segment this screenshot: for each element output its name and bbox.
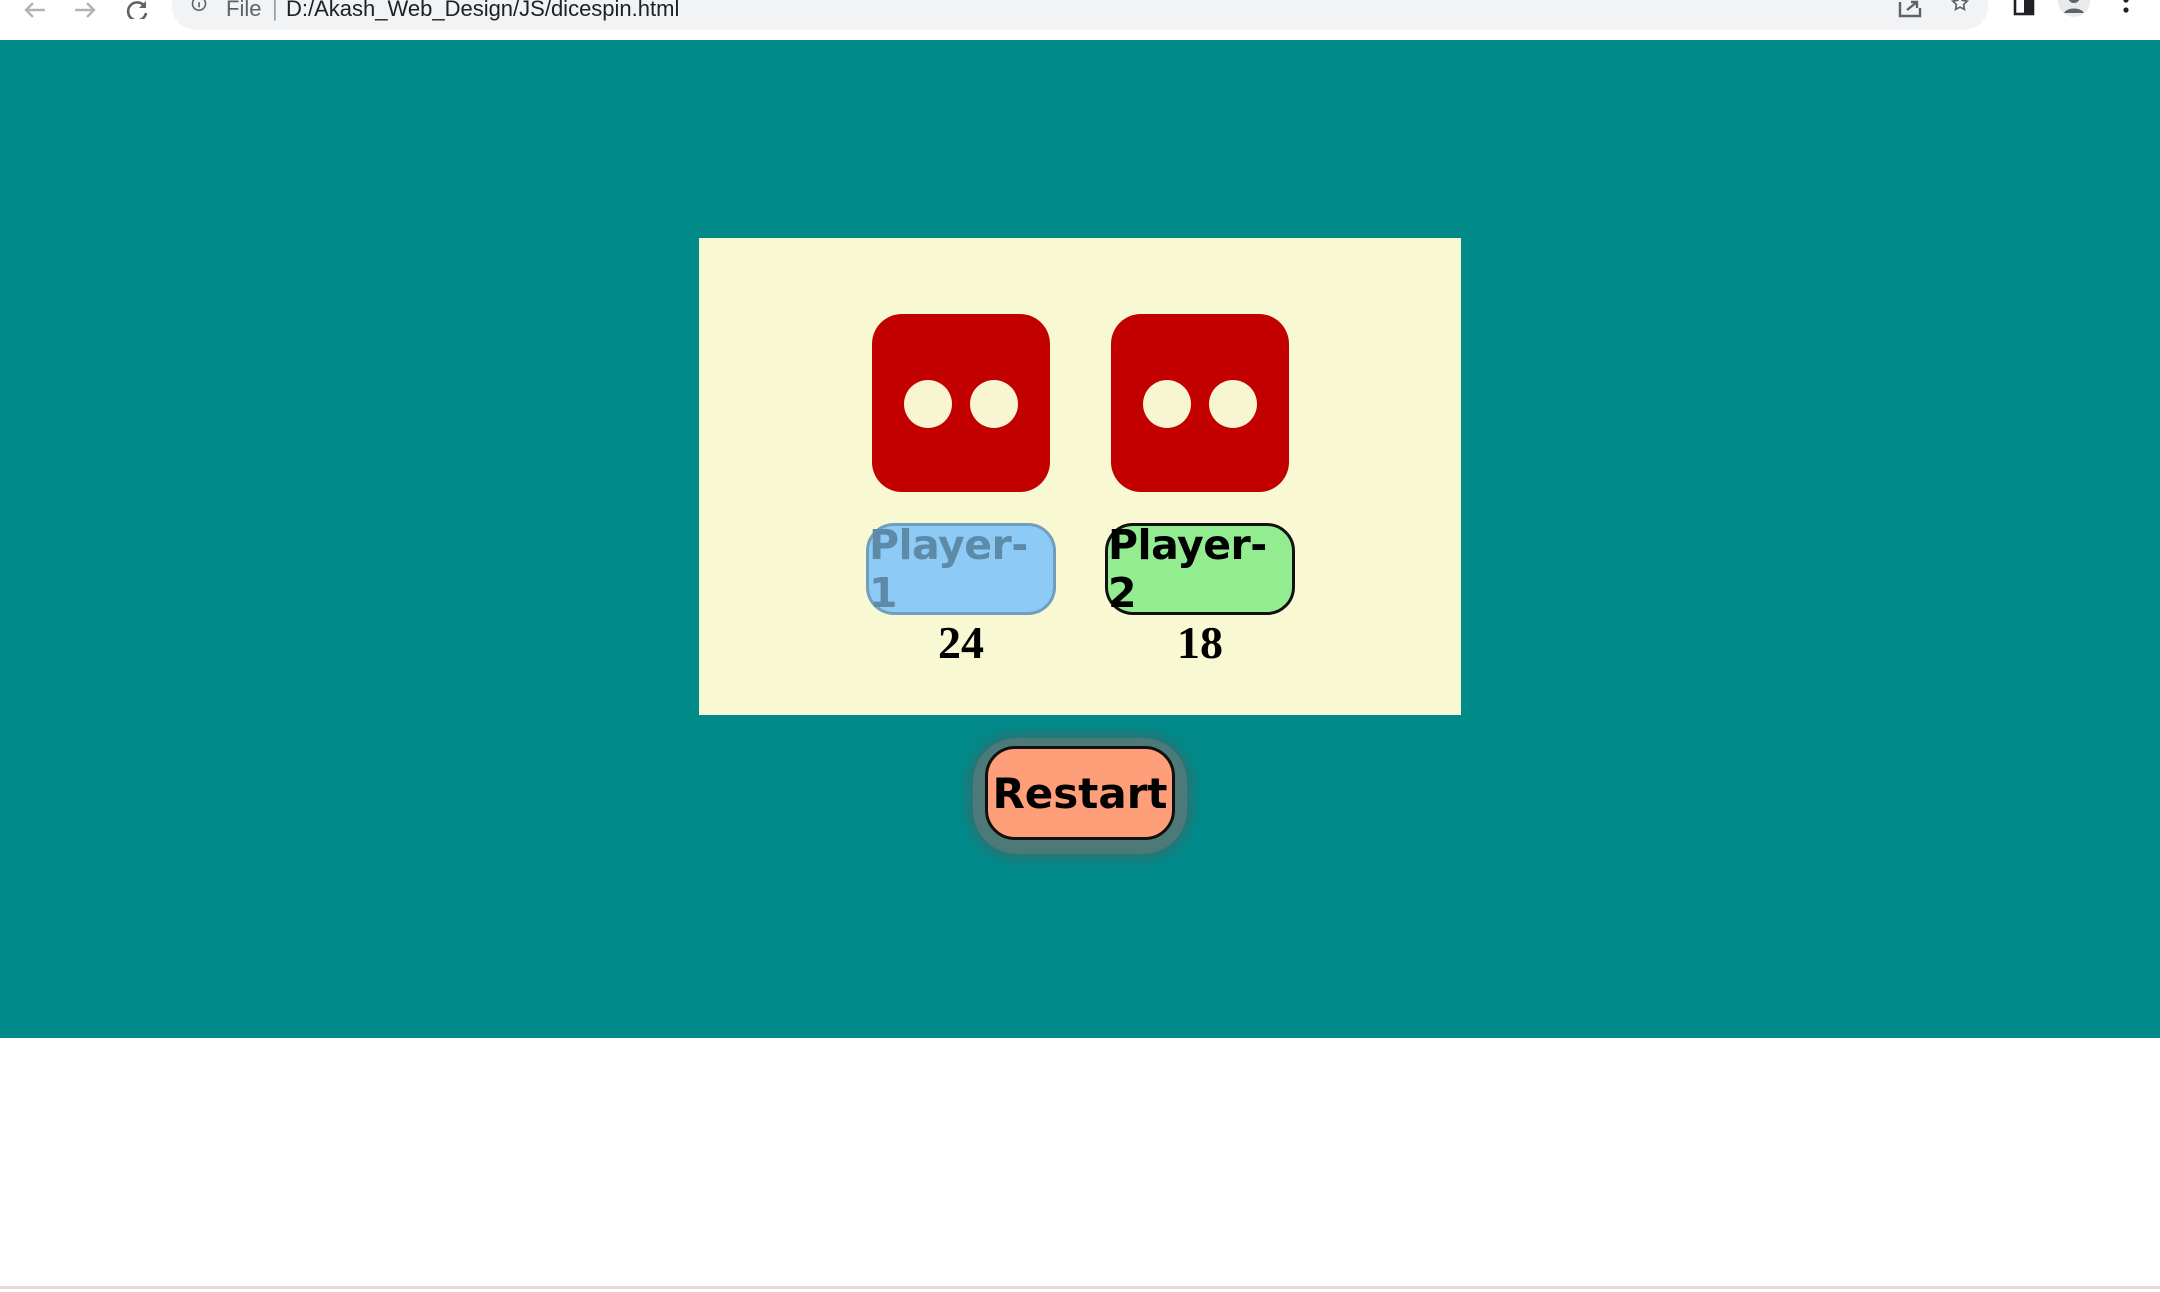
game-board: [699, 238, 1461, 715]
sidepanel-icon[interactable]: [2008, 0, 2040, 18]
url-scheme-label: File: [226, 0, 262, 21]
die-pip: [970, 380, 1018, 428]
menu-dots-icon[interactable]: [2110, 0, 2142, 18]
player-2-die: [1111, 314, 1289, 492]
profile-icon[interactable]: [2058, 0, 2090, 18]
forward-arrow-icon[interactable]: [68, 0, 102, 20]
player-2-score: 18: [1177, 617, 1223, 668]
address-bar[interactable]: File | D:/Akash_Web_Design/JS/dicespin.h…: [172, 0, 1988, 30]
player-1-button[interactable]: Player-1: [866, 521, 1056, 617]
info-icon[interactable]: [188, 0, 210, 21]
die-pip: [1143, 380, 1191, 428]
die-pip: [904, 380, 952, 428]
back-arrow-icon[interactable]: [18, 0, 52, 20]
star-icon[interactable]: [1944, 0, 1976, 18]
url-separator: |: [272, 0, 278, 21]
restart-button[interactable]: Restart: [985, 746, 1175, 840]
bottom-divider: [0, 1286, 2160, 1289]
die-pip: [1209, 380, 1257, 428]
reload-icon[interactable]: [120, 0, 154, 20]
player-1-die: [872, 314, 1050, 492]
player-1-score: 24: [938, 617, 984, 668]
player-2-button[interactable]: Player-2: [1105, 521, 1295, 617]
share-icon[interactable]: [1894, 0, 1926, 18]
url-text[interactable]: D:/Akash_Web_Design/JS/dicespin.html: [286, 0, 679, 20]
browser-toolbar: File | D:/Akash_Web_Design/JS/dicespin.h…: [0, 0, 2160, 40]
